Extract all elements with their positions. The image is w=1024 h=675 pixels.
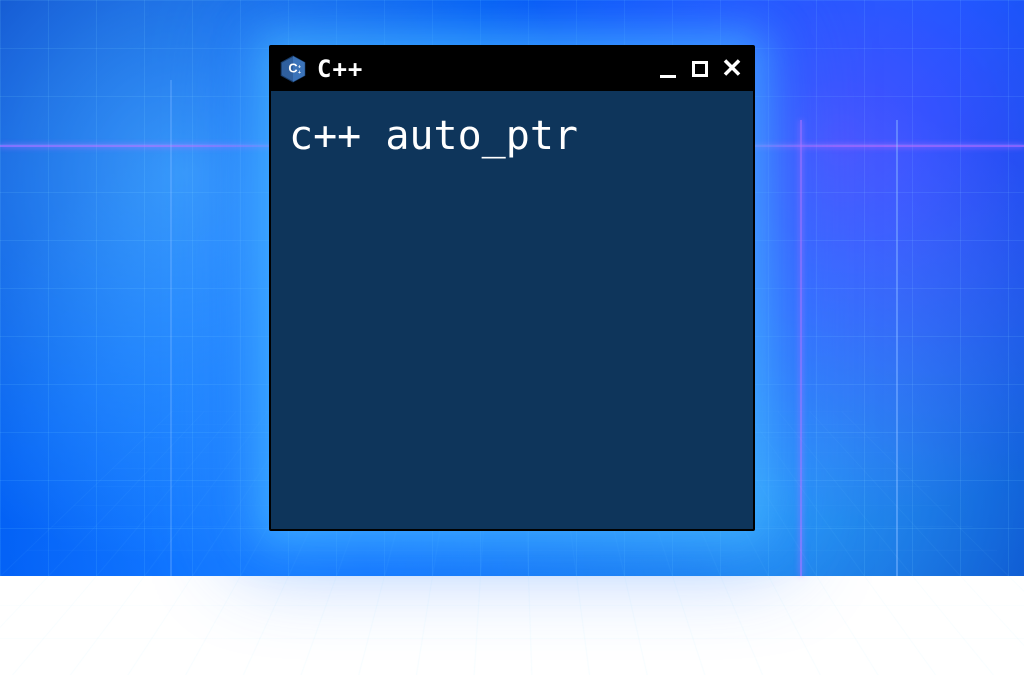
editor-area[interactable]: c++ auto_ptr <box>271 91 753 529</box>
window-controls: ✕ <box>657 58 743 80</box>
code-line: c++ auto_ptr <box>289 113 735 159</box>
terminal-window: C + + C++ ✕ c++ auto_ptr <box>269 45 755 531</box>
minimize-button[interactable] <box>657 58 679 80</box>
maximize-button[interactable] <box>689 58 711 80</box>
svg-text:C: C <box>288 61 297 76</box>
stage: C + + C++ ✕ c++ auto_ptr <box>0 0 1024 576</box>
close-button[interactable]: ✕ <box>721 57 743 79</box>
window-title: C++ <box>317 55 647 83</box>
titlebar[interactable]: C + + C++ ✕ <box>271 47 753 91</box>
svg-text:+: + <box>298 70 301 76</box>
cpp-logo-icon: C + + <box>279 55 307 83</box>
